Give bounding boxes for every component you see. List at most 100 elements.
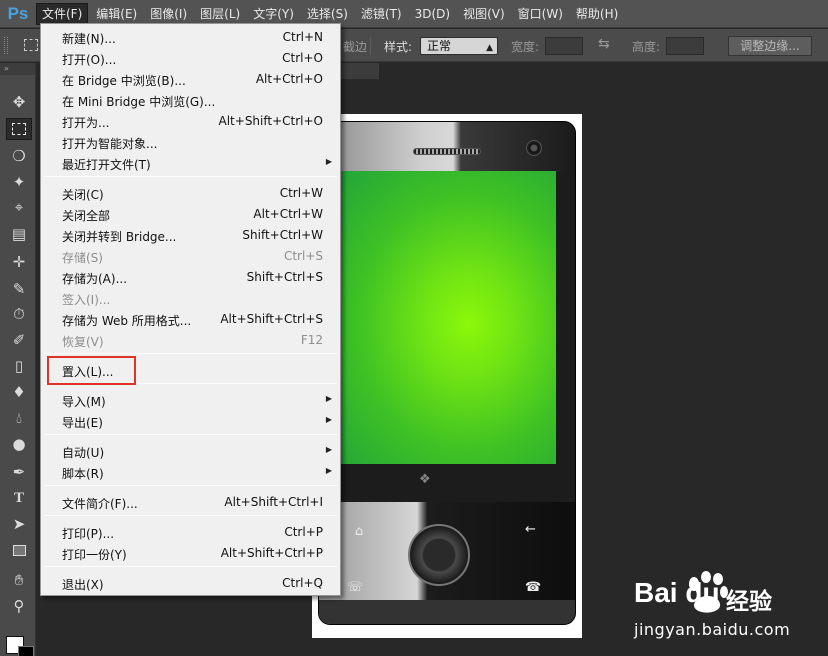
menu-item-shortcut: Alt+Ctrl+O	[255, 72, 323, 86]
menu-help[interactable]: 帮助(H)	[571, 3, 623, 25]
file-menu-item[interactable]: 恢复(V) F12	[41, 329, 340, 350]
options-bar-grip[interactable]	[4, 37, 8, 54]
file-menu-item[interactable]: 打开为... Alt+Shift+Ctrl+O	[41, 110, 340, 131]
menu-edit[interactable]: 编辑(E)	[91, 3, 142, 25]
lasso-icon: ❍	[12, 147, 26, 165]
type-tool[interactable]: T	[6, 487, 32, 509]
menu-separator	[44, 566, 337, 567]
watermark-url: jingyan.baidu.com	[634, 620, 791, 639]
document-tab[interactable]	[339, 63, 379, 79]
pen-tool[interactable]: ✒	[6, 461, 32, 483]
menu-image[interactable]: 图像(I)	[145, 3, 192, 25]
menu-item-shortcut: Ctrl+N	[282, 30, 323, 44]
menu-item-shortcut: Ctrl+W	[279, 186, 323, 200]
file-menu-item[interactable]: 打开为智能对象...	[41, 131, 340, 152]
photoshop-logo: Ps	[7, 3, 29, 23]
background-color-swatch[interactable]	[18, 646, 34, 656]
blur-tool[interactable]: 💧︎	[6, 407, 32, 429]
file-menu-item[interactable]: 关闭并转到 Bridge... Shift+Ctrl+W	[41, 224, 340, 245]
menu-item-shortcut: Ctrl+S	[283, 249, 323, 263]
swap-arrows-icon[interactable]: ⇆	[598, 36, 610, 52]
hand-tool[interactable]: ✋︎	[6, 569, 32, 591]
brush-tool[interactable]: ✎	[6, 278, 32, 300]
menu-item-label: 存储为(A)...	[62, 272, 128, 286]
menu-view[interactable]: 视图(V)	[458, 3, 510, 25]
menu-filter[interactable]: 滤镜(T)	[356, 3, 407, 25]
file-menu-item[interactable]: 在 Mini Bridge 中浏览(G)...	[41, 89, 340, 110]
menu-item-label: 在 Mini Bridge 中浏览(G)...	[62, 95, 216, 109]
zoom-tool[interactable]: ⚲	[6, 595, 32, 617]
file-menu-item[interactable]: 自动(U) ▶	[41, 440, 340, 461]
eyedropper-icon: ▤	[11, 225, 27, 243]
eyedropper-tool[interactable]: ▤	[6, 223, 32, 245]
width-field[interactable]	[545, 37, 583, 55]
magic-wand-tool[interactable]: ✦	[6, 171, 32, 193]
style-select[interactable]: 正常 ▲︎	[420, 37, 498, 55]
eraser-tool[interactable]: ▯	[6, 355, 32, 377]
menu-item-label: 关闭全部	[62, 209, 111, 223]
refine-edge-button[interactable]: 调整边缘...	[728, 36, 812, 56]
file-menu-item[interactable]: 关闭全部 Alt+Ctrl+W	[41, 203, 340, 224]
file-menu-item[interactable]: 存储为 Web 所用格式... Alt+Shift+Ctrl+S	[41, 308, 340, 329]
dodge-icon: ●	[12, 435, 26, 453]
file-menu-item[interactable]: 存储(S) Ctrl+S	[41, 245, 340, 266]
file-menu-item[interactable]: 最近打开文件(T) ▶	[41, 152, 340, 173]
marquee-tool[interactable]	[6, 118, 32, 140]
menu-item-shortcut: Alt+Shift+Ctrl+I	[224, 495, 323, 509]
tool-preset-marquee-icon[interactable]	[24, 39, 38, 51]
rectangle-shape-icon	[12, 544, 26, 556]
pen-icon: ✒	[12, 463, 26, 481]
file-menu-item[interactable]: 关闭(C) Ctrl+W	[41, 182, 340, 203]
menu-select[interactable]: 选择(S)	[302, 3, 353, 25]
panel-collapse-icon[interactable]: »	[0, 63, 35, 75]
file-menu-item[interactable]: 导入(M) ▶	[41, 389, 340, 410]
style-label: 样式:	[384, 40, 413, 54]
type-icon: T	[13, 489, 24, 506]
dodge-tool[interactable]: ●	[6, 433, 32, 455]
menu-item-label: 签入(I)...	[62, 293, 111, 307]
menu-item-label: 最近打开文件(T)	[62, 158, 151, 172]
baidu-jingyan-watermark: Bai du 经验 jingyan.baidu.com	[634, 570, 824, 642]
file-menu-item[interactable]: 在 Bridge 中浏览(B)... Alt+Ctrl+O	[41, 68, 340, 89]
spot-healing-tool[interactable]: ✛	[6, 251, 32, 273]
file-menu-item[interactable]: 打印一份(Y) Alt+Shift+Ctrl+P	[41, 542, 340, 563]
menu-type[interactable]: 文字(Y)	[248, 3, 299, 25]
file-menu-item[interactable]: 退出(X) Ctrl+Q	[41, 572, 340, 593]
menu-layer[interactable]: 图层(L)	[195, 3, 245, 25]
menu-file[interactable]: 文件(F)	[36, 2, 89, 25]
history-brush-tool[interactable]: ✐	[6, 329, 32, 351]
crop-tool[interactable]: ⌖	[6, 196, 32, 218]
menu-window[interactable]: 窗口(W)	[513, 3, 568, 25]
phone-dpad	[408, 524, 470, 586]
height-field[interactable]	[666, 37, 704, 55]
move-tool[interactable]: ✥	[6, 91, 32, 113]
menu-item-label: 退出(X)	[62, 578, 104, 592]
crop-icon: ⌖	[14, 198, 24, 216]
windows-logo-icon: ❖	[419, 472, 431, 487]
spot-healing-icon: ✛	[12, 253, 26, 271]
menu-item-label: 存储为 Web 所用格式...	[62, 314, 192, 328]
file-menu-item[interactable]: 导出(E) ▶	[41, 410, 340, 431]
file-menu-item[interactable]: 打印(P)... Ctrl+P	[41, 521, 340, 542]
menu-item-shortcut: Shift+Ctrl+W	[242, 228, 323, 242]
menu-separator	[44, 434, 337, 435]
shape-tool[interactable]	[6, 539, 32, 561]
menu-item-label: 打印一份(Y)	[62, 548, 127, 562]
path-selection-tool[interactable]: ➤	[6, 513, 32, 535]
lasso-tool[interactable]: ❍	[6, 145, 32, 167]
file-menu-item[interactable]: 脚本(R) ▶	[41, 461, 340, 482]
brush-icon: ✎	[12, 280, 26, 298]
clone-stamp-tool[interactable]: ⏱	[6, 303, 32, 325]
file-menu-item[interactable]: 存储为(A)... Shift+Ctrl+S	[41, 266, 340, 287]
phone-bottom-edge	[319, 600, 575, 624]
menu-item-shortcut: Alt+Ctrl+W	[253, 207, 323, 221]
file-menu-item[interactable]: 文件简介(F)... Alt+Shift+Ctrl+I	[41, 491, 340, 512]
file-menu-item[interactable]: 新建(N)... Ctrl+N	[41, 26, 340, 47]
file-menu-item[interactable]: 签入(I)...	[41, 287, 340, 308]
submenu-arrow-icon: ▶	[325, 394, 332, 403]
call-key-icon: ☏	[347, 580, 364, 595]
menu-3d[interactable]: 3D(D)	[410, 3, 455, 25]
file-menu-item[interactable]: 打开(O)... Ctrl+O	[41, 47, 340, 68]
menu-item-label: 自动(U)	[62, 446, 105, 460]
paint-bucket-tool[interactable]: ♦	[6, 381, 32, 403]
